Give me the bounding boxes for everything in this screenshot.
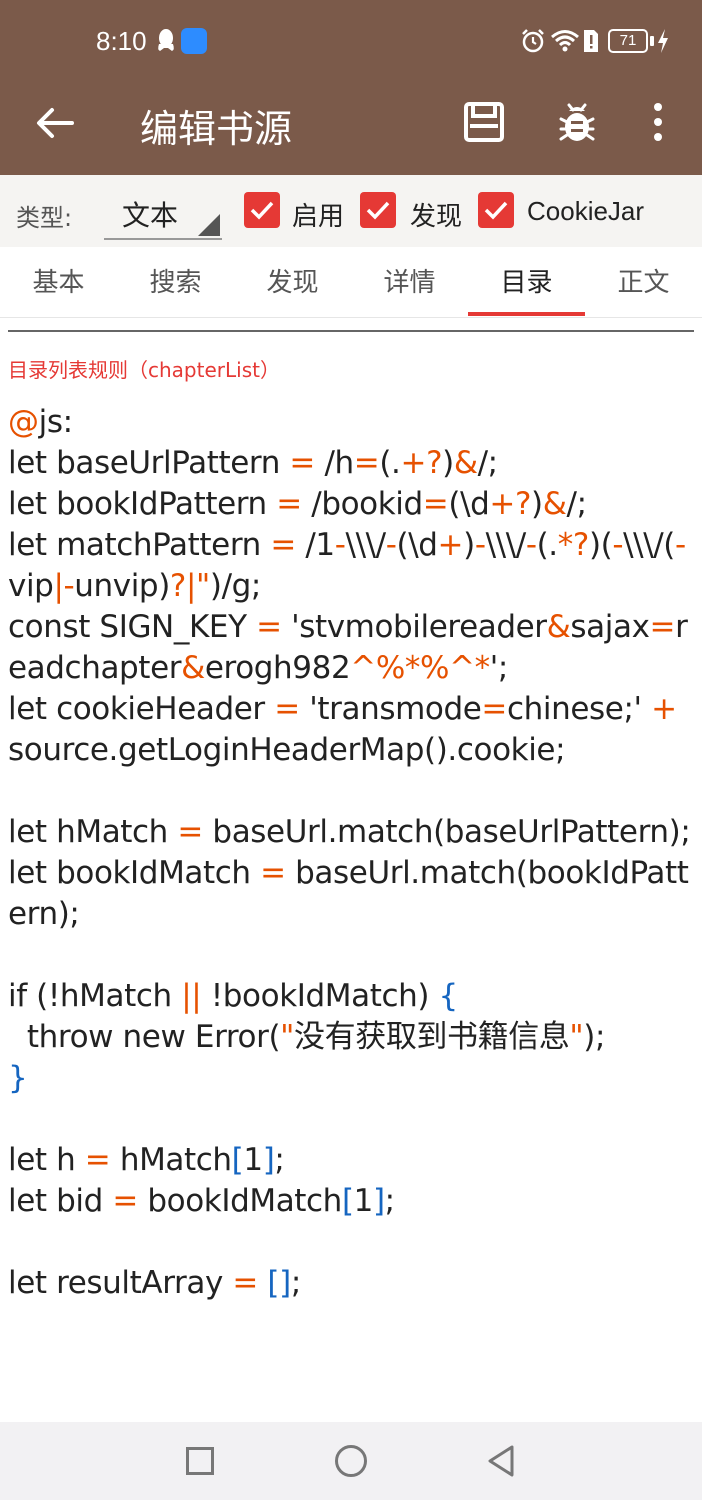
save-icon[interactable] <box>462 100 506 144</box>
code-line: let bid = bookIdMatch[1]; <box>8 1183 395 1219</box>
code-line: @js: <box>8 404 73 440</box>
active-tab-indicator <box>468 312 585 316</box>
page-title: 编辑书源 <box>140 107 293 151</box>
rule-editor-content[interactable]: 目录列表规则（chapterList） @js: let baseUrlPatte… <box>0 318 702 1422</box>
cookiejar-checkbox[interactable] <box>478 192 514 228</box>
code-line: let matchPattern = /1-\\\/-(\d+)-\\\/-(.… <box>8 527 685 604</box>
app-bar: 8:10 71 编辑书源 <box>0 0 702 175</box>
tab-content[interactable]: 正文 <box>585 248 702 318</box>
tab-search[interactable]: 搜索 <box>117 248 234 318</box>
chapter-list-code-editor[interactable]: @js: let baseUrlPattern = /h=(.+?)&/; let … <box>8 402 698 1304</box>
code-line: let bookIdMatch = baseUrl.match(bookIdPa… <box>8 855 689 932</box>
status-time: 8:10 <box>96 26 147 56</box>
type-dropdown[interactable]: 文本 <box>104 186 222 240</box>
check-icon <box>484 201 508 220</box>
code-line: throw new Error("没有获取到书籍信息"); <box>8 1019 606 1055</box>
type-selected-value: 文本 <box>122 199 179 232</box>
status-bar: 8:10 71 <box>0 0 702 80</box>
code-line: } <box>8 1060 28 1096</box>
battery-tip <box>650 36 654 46</box>
notification-app-icon <box>181 28 207 54</box>
type-label: 类型: <box>16 204 73 232</box>
tab-discover[interactable]: 发现 <box>234 248 351 318</box>
alarm-icon <box>522 29 544 53</box>
code-line: let hMatch = baseUrl.match(baseUrlPatter… <box>8 814 691 850</box>
tab-toc[interactable]: 目录 <box>468 248 585 318</box>
code-line: if (!hMatch || !bookIdMatch) { <box>8 978 458 1014</box>
qq-icon <box>158 29 174 51</box>
home-icon[interactable] <box>335 1445 367 1477</box>
more-vert-icon[interactable] <box>640 100 676 144</box>
recents-icon[interactable] <box>186 1447 214 1475</box>
code-line: let bookIdPattern = /bookid=(\d+?)&/; <box>8 486 587 522</box>
field-divider <box>8 330 694 332</box>
wifi-icon <box>551 30 579 52</box>
charging-icon <box>658 29 668 53</box>
tab-basic[interactable]: 基本 <box>0 248 117 318</box>
nav-back-icon[interactable] <box>484 1444 518 1478</box>
check-icon <box>366 201 390 220</box>
sim-alert-icon <box>584 30 598 52</box>
discover-checkbox[interactable] <box>360 192 396 228</box>
check-icon <box>250 201 274 220</box>
code-line: let h = hMatch[1]; <box>8 1142 285 1178</box>
cookiejar-checkbox-label: CookieJar <box>527 196 645 226</box>
code-line: let cookieHeader = 'transmode=chinese;' … <box>8 691 687 768</box>
tab-detail[interactable]: 详情 <box>351 248 468 318</box>
code-line: let baseUrlPattern = /h=(.+?)&/; <box>8 445 498 481</box>
bug-icon[interactable] <box>555 99 599 145</box>
dropdown-caret-icon <box>198 214 220 236</box>
code-line: const SIGN_KEY = 'stvmobilereader&sajax=… <box>8 609 688 686</box>
enabled-checkbox-label: 启用 <box>292 202 345 232</box>
back-arrow-icon[interactable] <box>30 100 80 146</box>
section-tabs: 基本 搜索 发现 详情 目录 正文 <box>0 248 702 318</box>
battery-icon: 71 <box>608 29 648 53</box>
enabled-checkbox[interactable] <box>244 192 280 228</box>
code-line: let resultArray = []; <box>8 1265 301 1301</box>
discover-checkbox-label: 发现 <box>410 202 463 232</box>
chapter-list-label: 目录列表规则（chapterList） <box>8 358 280 382</box>
